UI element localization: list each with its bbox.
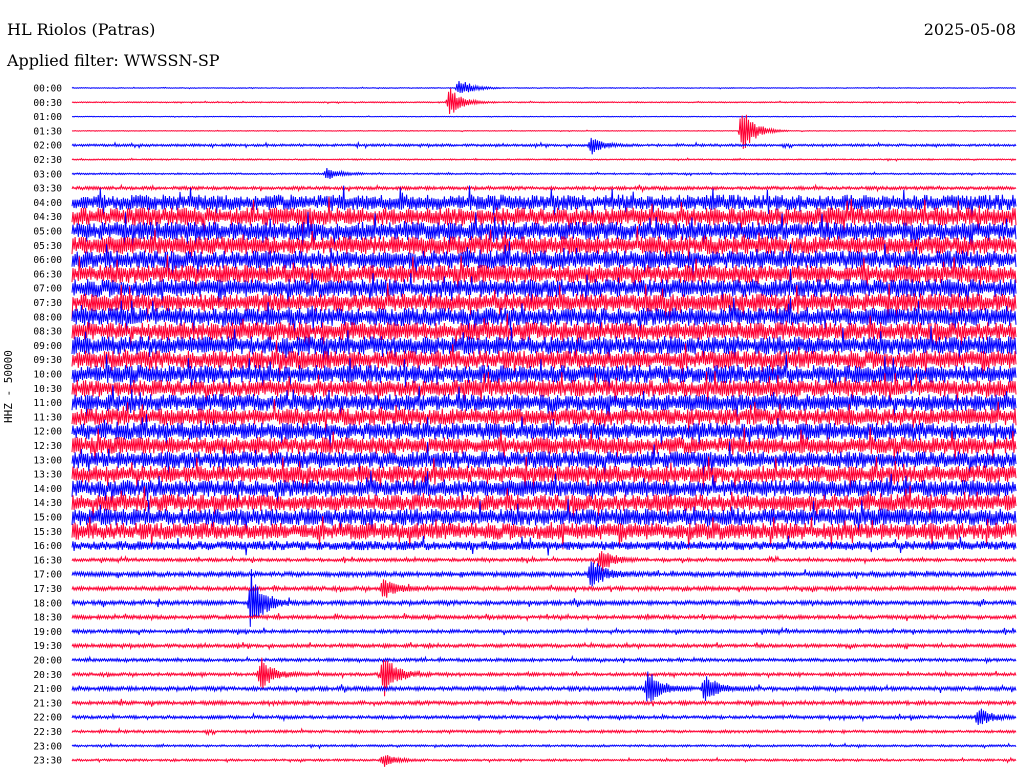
tick-label: 19:30: [33, 641, 62, 652]
trace-0200: [71, 137, 1017, 155]
trace-1600: [71, 535, 1017, 556]
tick-label: 06:00: [33, 255, 62, 266]
tick-label: 00:00: [33, 84, 62, 95]
trace-1930: [71, 641, 1017, 651]
trace-2330: [71, 754, 1017, 767]
tick-label: 01:00: [33, 112, 62, 123]
tick-label: 09:30: [33, 355, 62, 366]
trace-0300: [71, 168, 1017, 180]
tick-label: 18:30: [33, 613, 62, 624]
tick-label: 16:30: [33, 555, 62, 566]
tick-label: 23:00: [33, 741, 62, 752]
tick-label: 10:30: [33, 384, 62, 395]
tick-label: 23:30: [33, 756, 62, 767]
tick-label: 09:00: [33, 341, 62, 352]
trace-1900: [71, 626, 1017, 636]
tick-label: 07:30: [33, 298, 62, 309]
tick-label: 03:30: [33, 184, 62, 195]
tick-label: 17:00: [33, 570, 62, 581]
tick-label: 20:30: [33, 670, 62, 681]
tick-label: 12:30: [33, 441, 62, 452]
tick-label: 19:00: [33, 627, 62, 638]
tick-label: 20:00: [33, 656, 62, 667]
tick-label: 13:30: [33, 470, 62, 481]
tick-label: 22:30: [33, 727, 62, 738]
trace-1700: [71, 561, 1017, 587]
tick-label: 15:30: [33, 527, 62, 538]
tick-label: 06:30: [33, 269, 62, 280]
tick-label: 10:00: [33, 370, 62, 381]
tick-label: 08:00: [33, 312, 62, 323]
trace-0100: [71, 115, 1017, 118]
trace-2300: [71, 742, 1017, 750]
trace-2130: [71, 698, 1017, 708]
tick-label: 02:00: [33, 141, 62, 152]
trace-2200: [71, 708, 1017, 725]
tick-label: 21:00: [33, 684, 62, 695]
tick-label: 21:30: [33, 698, 62, 709]
trace-0230: [71, 157, 1017, 162]
tick-label: 14:30: [33, 498, 62, 509]
tick-label: 11:30: [33, 412, 62, 423]
trace-1630: [71, 550, 1017, 572]
tick-label: 11:00: [33, 398, 62, 409]
trace-1730: [71, 579, 1017, 598]
tick-label: 12:00: [33, 427, 62, 438]
trace-0000: [71, 80, 1017, 93]
tick-label: 22:00: [33, 713, 62, 724]
trace-2230: [71, 726, 1017, 737]
trace-0330: [71, 183, 1017, 194]
tick-label: 15:00: [33, 513, 62, 524]
trace-1830: [71, 612, 1017, 622]
tick-label: 04:00: [33, 198, 62, 209]
seismogram-plot: 00:00 00:30 01:00 01:30 02:00 02:30 03:00 03:30…: [33, 80, 1017, 767]
tick-label: 00:30: [33, 98, 62, 109]
tick-label: 08:30: [33, 327, 62, 338]
tick-label: 07:00: [33, 284, 62, 295]
tick-label: 03:00: [33, 169, 62, 180]
tick-label: 18:00: [33, 598, 62, 609]
tick-label: 02:30: [33, 155, 62, 166]
trace-2000: [71, 654, 1017, 665]
tick-label: 16:00: [33, 541, 62, 552]
tick-label: 05:00: [33, 227, 62, 238]
tick-label: 13:00: [33, 455, 62, 466]
tick-label: 17:30: [33, 584, 62, 595]
tick-label: 01:30: [33, 126, 62, 137]
tick-label: 14:00: [33, 484, 62, 495]
tick-label: 04:30: [33, 212, 62, 223]
tick-label: 05:30: [33, 241, 62, 252]
trace-0030: [71, 88, 1017, 115]
